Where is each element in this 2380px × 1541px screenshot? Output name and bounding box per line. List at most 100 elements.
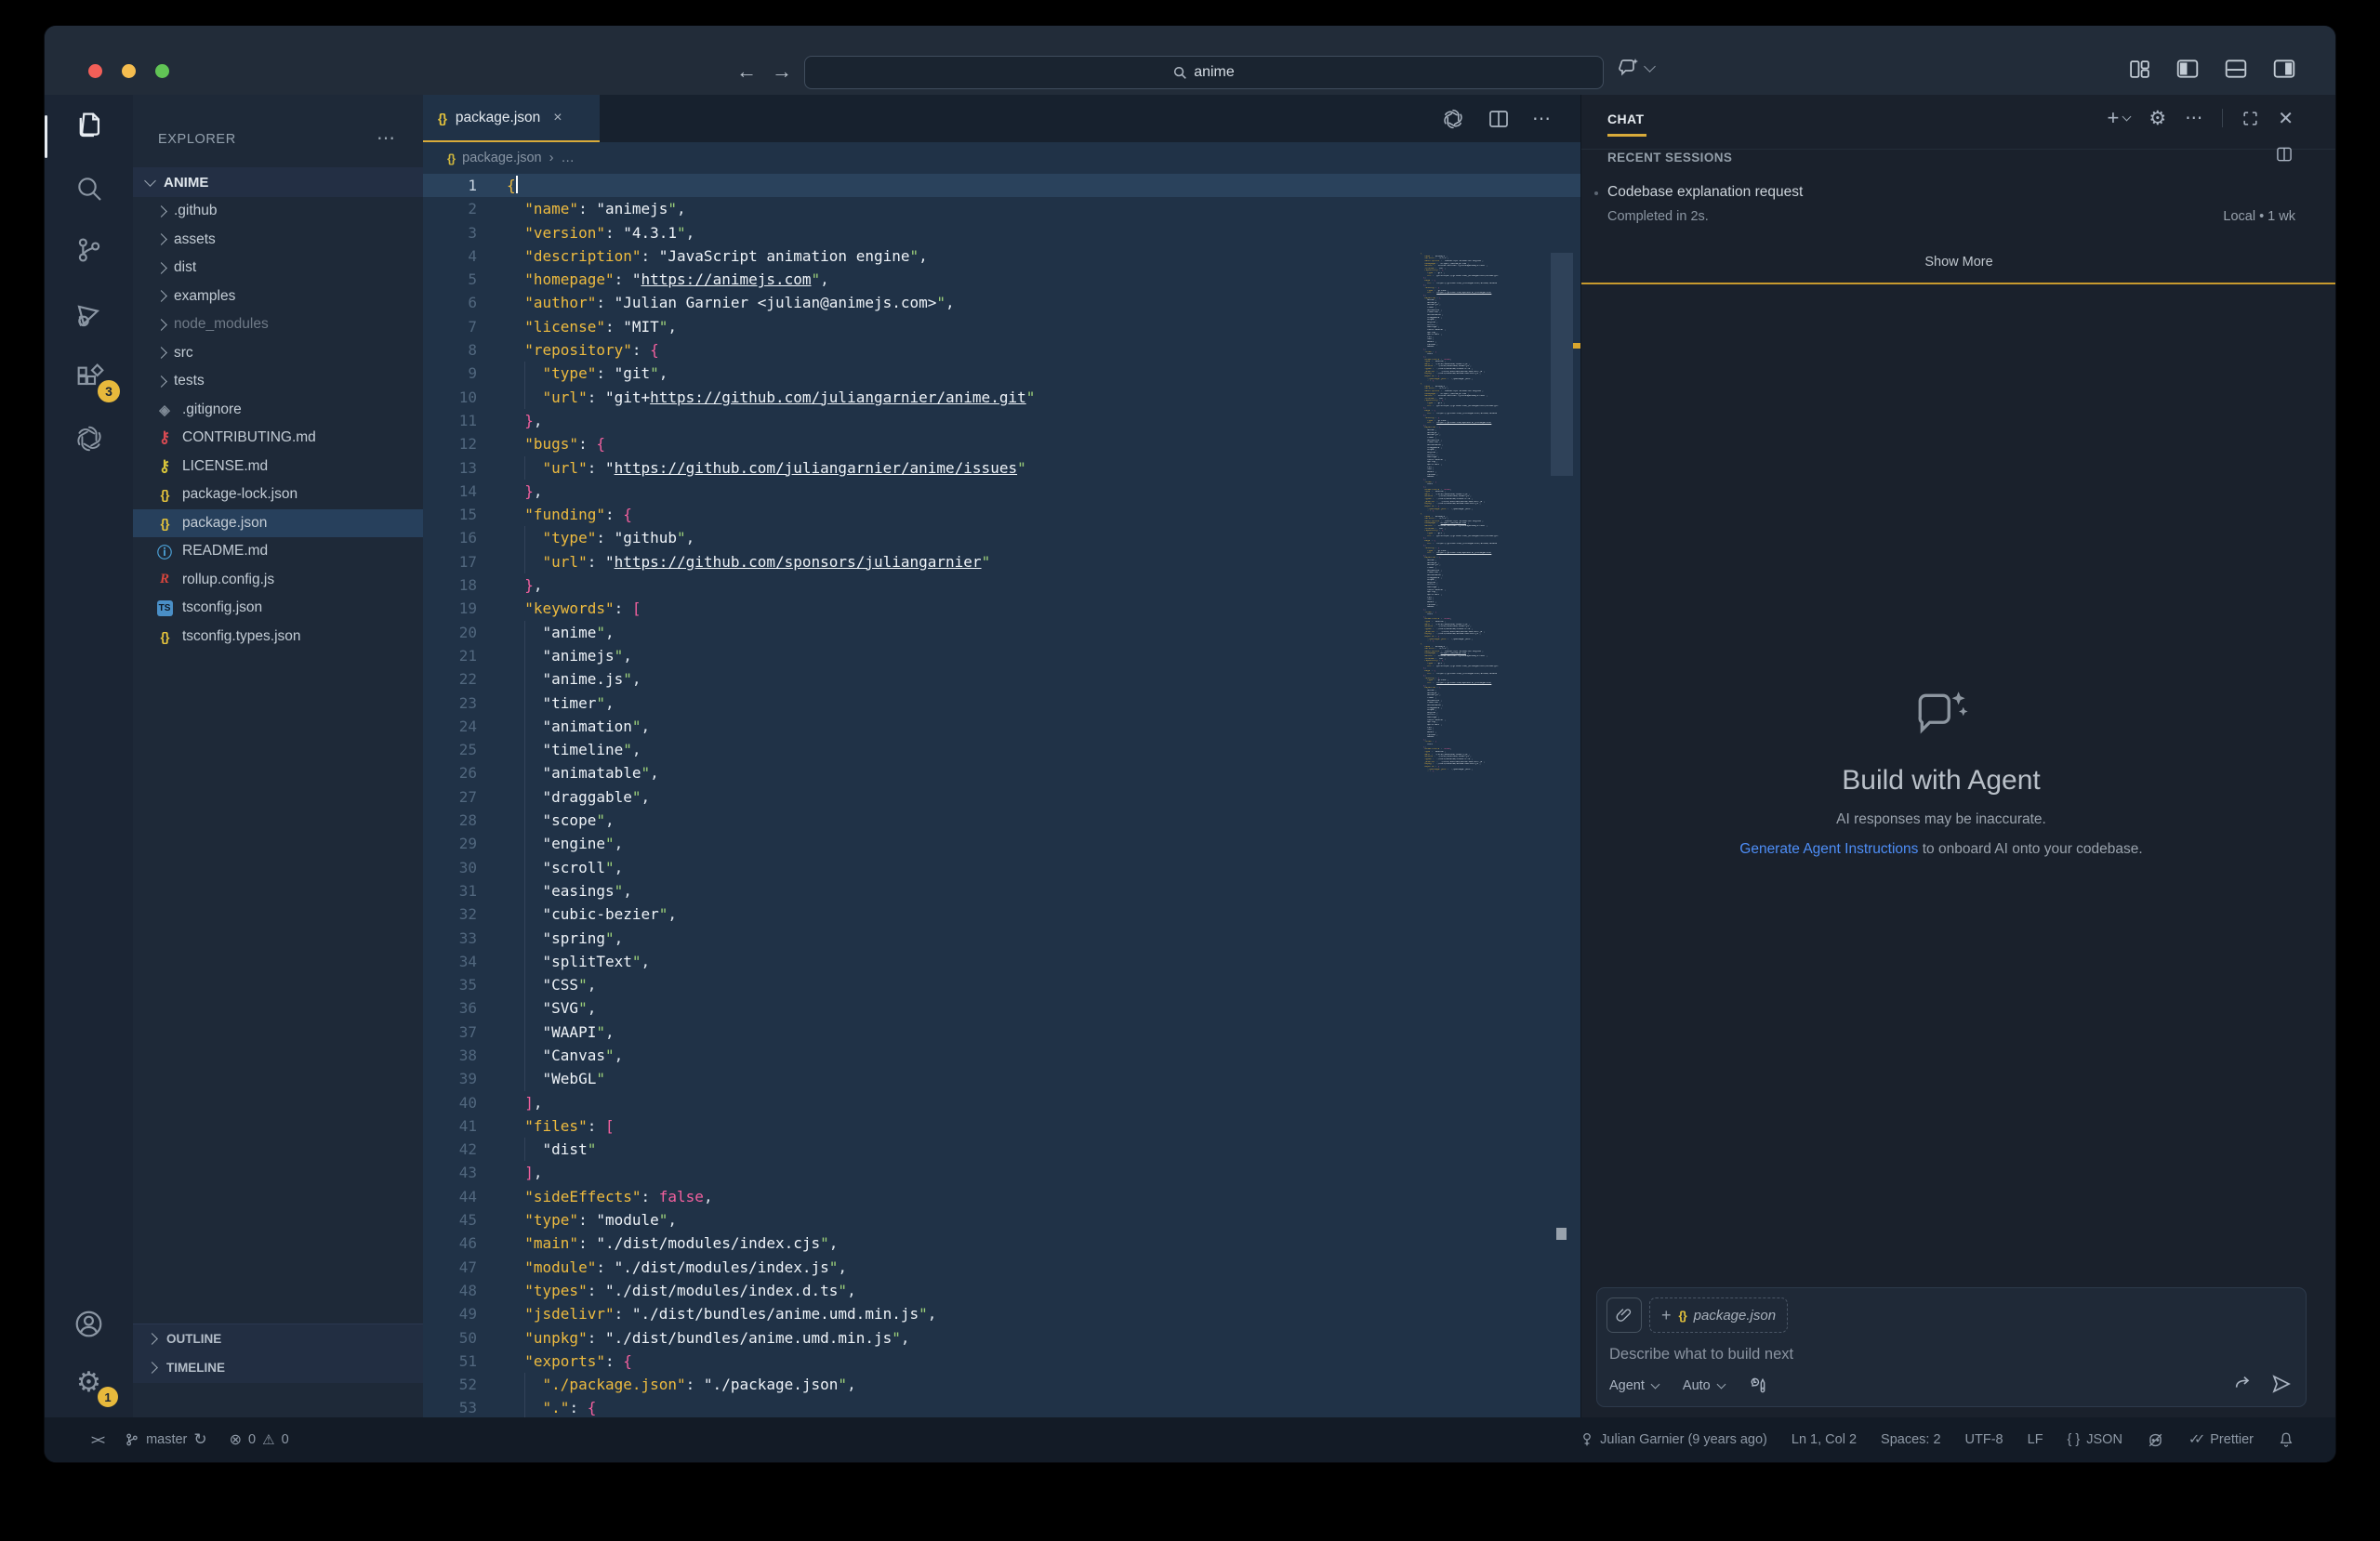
code-line-42[interactable]: 42 "dist" <box>423 1138 1580 1161</box>
code-line-17[interactable]: 17 "url": "https://github.com/sponsors/j… <box>423 550 1580 573</box>
code-line-43[interactable]: 43 ], <box>423 1161 1580 1184</box>
tree-item-assets[interactable]: assets <box>133 226 423 255</box>
indentation[interactable]: Spaces: 2 <box>1881 1432 1941 1447</box>
workspace-root[interactable]: ANIME <box>133 167 423 197</box>
code-line-45[interactable]: 45 "type": "module", <box>423 1208 1580 1231</box>
code-line-25[interactable]: 25 "timeline", <box>423 738 1580 761</box>
code-line-41[interactable]: 41 "files": [ <box>423 1114 1580 1138</box>
code-line-11[interactable]: 11 }, <box>423 409 1580 432</box>
breadcrumb-file[interactable]: package.json <box>462 151 541 165</box>
code-line-53[interactable]: 53 ".": { <box>423 1396 1580 1417</box>
sidebar-item-search[interactable] <box>45 163 133 215</box>
attach-button[interactable] <box>1606 1297 1642 1333</box>
code-area[interactable]: 1{2 "name": "animejs",3 "version": "4.3.… <box>423 174 1580 1417</box>
breadcrumb[interactable]: {} package.json › … <box>423 142 1580 174</box>
code-line-4[interactable]: 4 "description": "JavaScript animation e… <box>423 244 1580 268</box>
settings-button[interactable]: ⚙ 1 <box>45 1357 133 1409</box>
git-blame[interactable]: Julian Garnier (9 years ago) <box>1580 1432 1767 1447</box>
code-line-5[interactable]: 5 "homepage": "https://animejs.com", <box>423 268 1580 291</box>
code-line-2[interactable]: 2 "name": "animejs", <box>423 197 1580 220</box>
command-center-search[interactable]: anime <box>804 56 1604 89</box>
remote-indicator[interactable]: >< <box>91 1431 102 1448</box>
code-line-26[interactable]: 26 "animatable", <box>423 761 1580 784</box>
editor-scrollbar[interactable] <box>1551 253 1573 1417</box>
code-line-48[interactable]: 48 "types": "./dist/modules/index.d.ts", <box>423 1279 1580 1302</box>
code-line-18[interactable]: 18 }, <box>423 573 1580 597</box>
code-line-20[interactable]: 20 "anime", <box>423 621 1580 644</box>
problems-status[interactable]: ⊗ 0 ⚠ 0 <box>230 1430 289 1449</box>
code-line-52[interactable]: 52 "./package.json": "./package.json", <box>423 1373 1580 1396</box>
code-line-27[interactable]: 27 "draggable", <box>423 785 1580 809</box>
tree-item-license-md[interactable]: ⚷LICENSE.md <box>133 453 423 481</box>
tree-item-examples[interactable]: examples <box>133 283 423 311</box>
chat-more-icon[interactable]: ⋯ <box>2185 108 2203 129</box>
code-line-10[interactable]: 10 "url": "git+https://github.com/julian… <box>423 386 1580 409</box>
tree-item-dist[interactable]: dist <box>133 254 423 283</box>
code-line-16[interactable]: 16 "type": "github", <box>423 526 1580 549</box>
code-line-47[interactable]: 47 "module": "./dist/modules/index.js", <box>423 1256 1580 1279</box>
openai-action-icon[interactable] <box>1441 107 1465 131</box>
chat-input-box[interactable]: + {} package.json Describe what to build… <box>1596 1287 2307 1407</box>
split-editor-icon[interactable] <box>1488 108 1510 130</box>
mode-picker[interactable]: Agent <box>1609 1378 1659 1393</box>
forward-icon[interactable]: → <box>768 59 796 84</box>
tree-item-tsconfig-json[interactable]: TStsconfig.json <box>133 594 423 623</box>
columns-icon[interactable] <box>2275 145 2294 164</box>
eol[interactable]: LF <box>2028 1432 2043 1447</box>
session-item[interactable]: Codebase explanation request Completed i… <box>1607 184 2295 224</box>
code-line-37[interactable]: 37 "WAAPI", <box>423 1021 1580 1044</box>
tab-chat[interactable]: CHAT <box>1607 112 1644 126</box>
scrollbar-thumb[interactable] <box>1551 253 1573 476</box>
show-more-button[interactable]: Show More <box>1581 255 2335 270</box>
chat-settings-icon[interactable]: ⚙ <box>2149 107 2166 130</box>
send-icon[interactable] <box>2270 1373 2293 1395</box>
code-line-23[interactable]: 23 "timer", <box>423 691 1580 715</box>
tab-package-json[interactable]: {} package.json × <box>423 95 600 142</box>
code-line-9[interactable]: 9 "type": "git", <box>423 362 1580 385</box>
copilot-disabled-icon[interactable] <box>2147 1431 2164 1449</box>
sidebar-item-source-control[interactable] <box>45 224 133 276</box>
cursor-position[interactable]: Ln 1, Col 2 <box>1792 1432 1857 1447</box>
code-line-31[interactable]: 31 "easings", <box>423 879 1580 902</box>
toggle-panel-icon[interactable] <box>2224 57 2248 81</box>
customize-layout-icon[interactable] <box>2128 58 2151 81</box>
tree-item--gitignore[interactable]: ◈.gitignore <box>133 396 423 425</box>
outline-section[interactable]: OUTLINE <box>133 1324 423 1353</box>
encoding[interactable]: UTF-8 <box>1965 1432 2003 1447</box>
sidebar-item-openai[interactable] <box>45 413 133 465</box>
tools-icon[interactable] <box>1749 1376 1767 1395</box>
code-line-22[interactable]: 22 "anime.js", <box>423 667 1580 691</box>
dictate-arrow-icon[interactable] <box>2233 1374 2254 1394</box>
code-line-6[interactable]: 6 "author": "Julian Garnier <julian@anim… <box>423 291 1580 314</box>
code-line-36[interactable]: 36 "SVG", <box>423 996 1580 1020</box>
more-actions-icon[interactable]: ⋯ <box>1532 107 1553 130</box>
code-line-8[interactable]: 8 "repository": { <box>423 338 1580 362</box>
code-line-50[interactable]: 50 "unpkg": "./dist/bundles/anime.umd.mi… <box>423 1326 1580 1350</box>
code-line-38[interactable]: 38 "Canvas", <box>423 1044 1580 1067</box>
toggle-primary-sidebar-icon[interactable] <box>2175 57 2200 81</box>
code-line-24[interactable]: 24 "animation", <box>423 715 1580 738</box>
code-line-13[interactable]: 13 "url": "https://github.com/juliangarn… <box>423 456 1580 480</box>
new-chat-button[interactable]: + <box>2108 106 2131 130</box>
tree-item-node-modules[interactable]: node_modules <box>133 310 423 339</box>
code-line-33[interactable]: 33 "spring", <box>423 927 1580 950</box>
close-traffic-light[interactable] <box>88 64 102 78</box>
formatter-status[interactable]: ✓✓ Prettier <box>2188 1432 2254 1447</box>
bell-icon[interactable] <box>2278 1431 2294 1448</box>
code-line-1[interactable]: 1{ <box>423 174 1580 197</box>
tree-item-contributing-md[interactable]: ⚷CONTRIBUTING.md <box>133 424 423 453</box>
code-line-15[interactable]: 15 "funding": { <box>423 503 1580 526</box>
context-chip[interactable]: + {} package.json <box>1649 1297 1788 1333</box>
code-line-30[interactable]: 30 "scroll", <box>423 856 1580 879</box>
code-line-46[interactable]: 46 "main": "./dist/modules/index.cjs", <box>423 1231 1580 1255</box>
tree-item--github[interactable]: .github <box>133 197 423 226</box>
code-line-51[interactable]: 51 "exports": { <box>423 1350 1580 1373</box>
git-branch-status[interactable]: master ↻ <box>125 1430 207 1449</box>
maximize-traffic-light[interactable] <box>155 64 169 78</box>
code-line-32[interactable]: 32 "cubic-bezier", <box>423 902 1580 926</box>
chat-input-placeholder[interactable]: Describe what to build next <box>1609 1346 1793 1363</box>
code-line-28[interactable]: 28 "scope", <box>423 809 1580 832</box>
code-line-40[interactable]: 40 ], <box>423 1091 1580 1114</box>
tree-item-package-lock-json[interactable]: {}package-lock.json <box>133 481 423 509</box>
minimap[interactable]: { "name": "animejs", "version": "4.3.1",… <box>1421 253 1551 777</box>
